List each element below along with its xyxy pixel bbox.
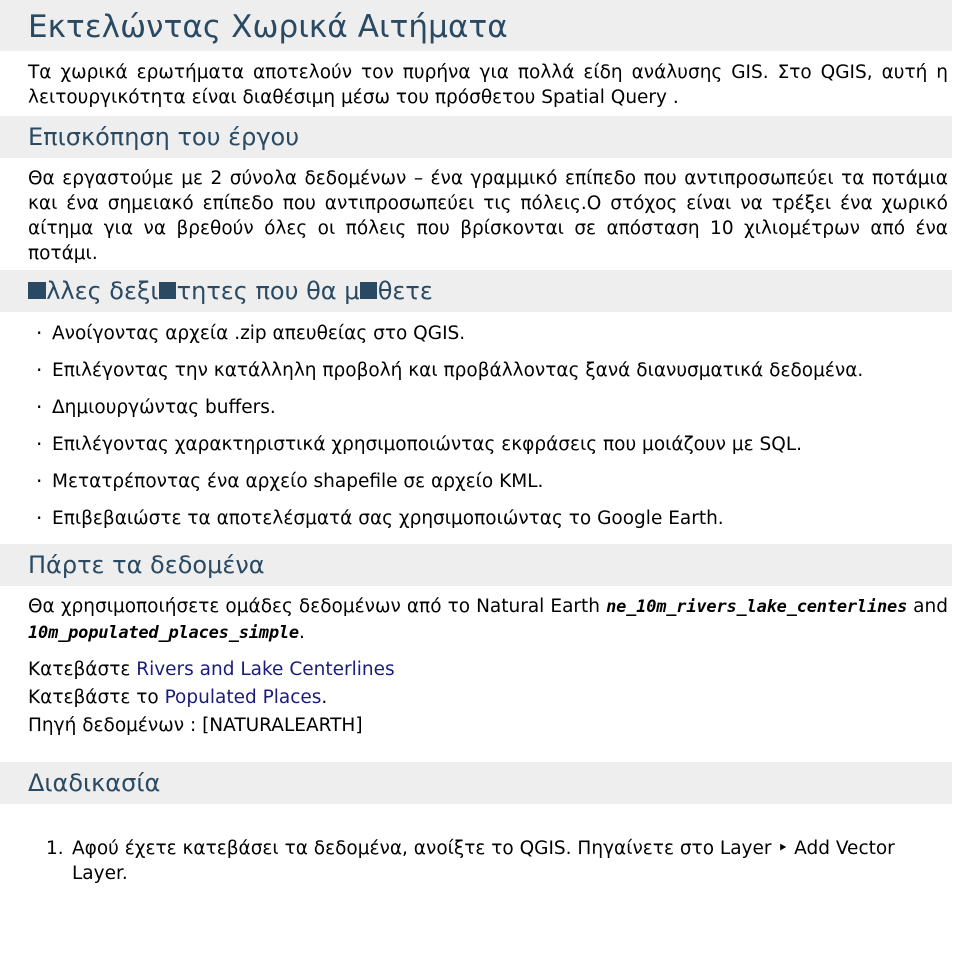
download-label: Κατεβάστε [28, 659, 131, 680]
procedure-heading-band: Διαδικασία [0, 762, 952, 804]
missing-glyph-box-icon [158, 282, 177, 300]
procedure-heading: Διαδικασία [28, 769, 161, 797]
other-skills-heading-part-2: τητες που θα μ [176, 277, 360, 305]
link-rivers-and-lake-centerlines[interactable]: Rivers and Lake Centerlines [136, 659, 394, 680]
document-page: Εκτελώντας Χωρικά Αιτήματα Τα χωρικά ερω… [0, 0, 960, 967]
link-populated-places[interactable]: Populated Places [165, 687, 322, 708]
get-data-paragraph: Θα χρησιμοποιήσετε ομάδες δεδομένων από … [28, 594, 948, 646]
data-source-line: Πηγή δεδομένων : [NATURALEARTH] [28, 715, 363, 736]
get-data-heading-band: Πάρτε τα δεδομένα [0, 544, 952, 586]
procedure-step-list: Αφού έχετε κατεβάσει τα δεδομένα, ανοίξτ… [28, 836, 950, 886]
document-title-band: Εκτελώντας Χωρικά Αιτήματα [0, 0, 952, 51]
missing-glyph-box-icon [28, 282, 46, 300]
conjunction-and: and [913, 596, 948, 617]
dataset-name-places: 10m_populated_places_simple [28, 623, 299, 643]
list-item: Επιβεβαιώστε τα αποτελέσματά σας χρησιμο… [28, 506, 950, 531]
download-row-rivers: Κατεβάστε Rivers and Lake Centerlines [28, 656, 948, 684]
list-item: Επιλέγοντας χαρακτηριστικά χρησιμοποιώντ… [28, 432, 950, 457]
other-skills-heading-band: λλες δεξι τητες που θα μ θετε [0, 270, 952, 312]
other-skills-heading-part-3: θετε [377, 277, 433, 305]
list-item: Μετατρέποντας ένα αρχείο shapefile σε αρ… [28, 469, 950, 494]
list-item: Ανοίγοντας αρχεία .zip απευθείας στο QGI… [28, 321, 950, 346]
missing-glyph-box-icon [360, 282, 378, 300]
overview-paragraph: Θα εργαστούμε με 2 σύνολα δεδομένων – έν… [28, 168, 948, 264]
list-item: Επιλέγοντας την κατάλληλη προβολή και πρ… [28, 358, 950, 383]
other-skills-list: Ανοίγοντας αρχεία .zip απευθείας στο QGI… [28, 321, 950, 531]
other-skills-heading: λλες δεξι τητες που θα μ θετε [28, 275, 952, 307]
get-data-text: Θα χρησιμοποιήσετε ομάδες δεδομένων από … [28, 596, 600, 617]
other-skills-heading-part-1: λλες δεξι [46, 277, 159, 305]
download-row-places: Κατεβάστε το Populated Places. [28, 684, 948, 712]
overview-heading-band: Επισκόπηση του έργου [0, 116, 952, 158]
get-data-text-suffix: . [298, 622, 305, 643]
download-label: Κατεβάστε το [28, 687, 159, 708]
download-suffix: . [321, 687, 328, 708]
download-links: Κατεβάστε Rivers and Lake Centerlines Κα… [28, 656, 948, 740]
list-item: Αφού έχετε κατεβάσει τα δεδομένα, ανοίξτ… [46, 836, 895, 884]
list-item: Δημιουργώντας buffers. [28, 395, 950, 420]
page-title: Εκτελώντας Χωρικά Αιτήματα [28, 9, 508, 45]
overview-heading: Επισκόπηση του έργου [28, 123, 300, 151]
get-data-heading: Πάρτε τα δεδομένα [28, 551, 265, 579]
intro-paragraph: Τα χωρικά ερωτήματα αποτελούν τον πυρήνα… [28, 62, 948, 108]
dataset-name-rivers: ne_10m_rivers_lake_centerlines [606, 597, 908, 617]
